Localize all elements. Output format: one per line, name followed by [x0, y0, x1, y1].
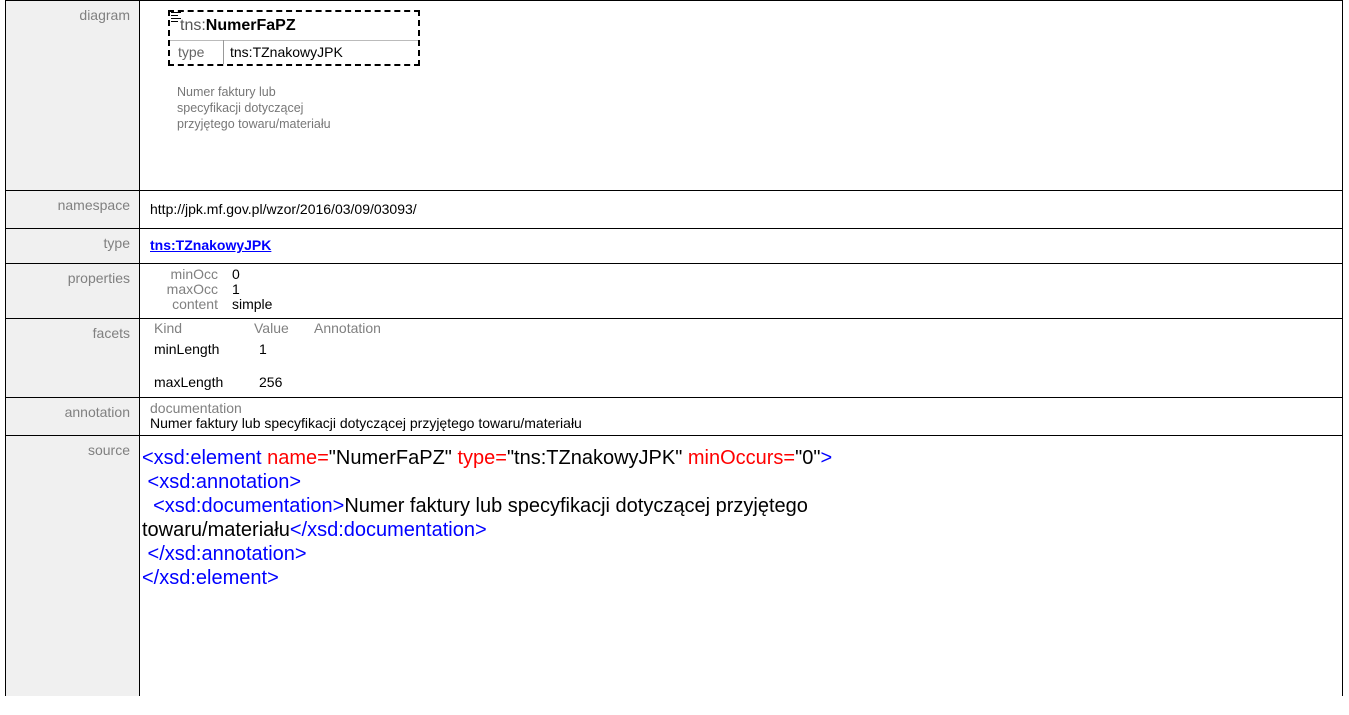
source-tag: </xsd:annotation>: [142, 543, 307, 565]
property-key: content: [172, 296, 218, 312]
element-type-value: tns:TZnakowyJPK: [230, 44, 343, 60]
source-text: towaru/materiału: [142, 519, 290, 541]
source-attr: minOccurs=: [682, 447, 796, 469]
facet-kind: maxLength: [154, 374, 224, 390]
facets-table: Kind Value Annotation minLength 1 maxLeng…: [150, 319, 1342, 391]
source-label: source: [5, 435, 140, 696]
type-link[interactable]: tns:TZnakowyJPK: [150, 229, 271, 253]
source-tag: <xsd:documentation>: [142, 495, 345, 517]
diagram-annotation-line: specyfikacji dotyczącej: [177, 101, 304, 115]
facets-label: facets: [5, 318, 140, 398]
diagram-cell: tns:NumerFaPZ type tns:TZnakowyJPK Numer…: [139, 0, 1343, 191]
diagram-annotation-line: przyjętego towaru/materiału: [177, 117, 331, 131]
namespace-label: namespace: [5, 190, 140, 229]
source-tag: </xsd:documentation>: [289, 519, 487, 541]
diagram-row: diagram tns:NumerFaPZ type tns:TZnakowyJ…: [5, 0, 1343, 191]
property-row: minOcc 0: [150, 267, 1342, 282]
namespace-value: http://jpk.mf.gov.pl/wzor/2016/03/09/030…: [150, 201, 417, 217]
element-doc-table: diagram tns:NumerFaPZ type tns:TZnakowyJ…: [5, 0, 1343, 696]
type-row: type tns:TZnakowyJPK: [5, 228, 1343, 264]
source-tag: >: [820, 447, 833, 469]
annotation-text: Numer faktury lub specyfikacji dotyczące…: [150, 415, 582, 431]
documentation-icon: [171, 12, 181, 24]
facet-row: maxLength 256: [150, 373, 1342, 391]
property-value: 0: [232, 266, 240, 282]
property-row: maxOcc 1: [150, 282, 1342, 297]
element-box[interactable]: tns:NumerFaPZ type tns:TZnakowyJPK: [168, 10, 420, 66]
type-label: type: [5, 228, 140, 264]
source-attr-value: "NumerFaPZ": [328, 447, 452, 469]
facets-header-kind: Kind: [154, 320, 183, 336]
element-prefix: tns:: [180, 17, 206, 34]
element-name: tns:NumerFaPZ: [180, 17, 296, 35]
diagram-annotation-line: Numer faktury lub: [177, 85, 276, 99]
properties-row: properties minOcc 0 maxOcc 1 content simple: [5, 263, 1343, 319]
source-row: source <xsd:element name="NumerFaPZ" typ…: [5, 435, 1343, 696]
facet-kind: minLength: [154, 341, 220, 357]
facet-row: minLength 1: [150, 340, 1342, 358]
source-code: <xsd:element name="NumerFaPZ" type="tns:…: [142, 436, 1342, 590]
facets-row: facets Kind Value Annotation minLength 1 …: [5, 318, 1343, 398]
element-divider: [170, 40, 418, 41]
source-tag: <xsd:element: [142, 447, 262, 469]
diagram-annotation: Numer faktury lub specyfikacji dotyczące…: [177, 84, 417, 132]
source-text: Numer faktury lub specyfikacji dotyczące…: [344, 495, 808, 517]
annotation-block: documentation Numer faktury lub specyfik…: [150, 398, 1342, 431]
diagram-label: diagram: [5, 0, 140, 191]
facets-header-value: Value: [254, 320, 289, 336]
property-value: simple: [232, 296, 273, 312]
element-diagram: tns:NumerFaPZ type tns:TZnakowyJPK Numer…: [150, 1, 450, 181]
source-tag: <xsd:annotation>: [142, 471, 302, 493]
source-attr-value: "0": [795, 447, 821, 469]
properties-label: properties: [5, 263, 140, 319]
source-attr: type=: [451, 447, 507, 469]
facet-value: 256: [259, 374, 283, 390]
property-row: content simple: [150, 297, 1342, 312]
element-type-key: type: [178, 44, 205, 60]
annotation-header: documentation: [150, 400, 242, 416]
property-key: minOcc: [170, 266, 218, 282]
source-attr-value: "tns:TZnakowyJPK": [506, 447, 683, 469]
facet-value: 1: [259, 341, 267, 357]
namespace-row: namespace http://jpk.mf.gov.pl/wzor/2016…: [5, 190, 1343, 229]
facets-header: Kind Value Annotation: [150, 321, 1342, 336]
properties-list: minOcc 0 maxOcc 1 content simple: [150, 264, 1342, 312]
element-local-name: NumerFaPZ: [205, 17, 296, 34]
annotation-row: annotation documentation Numer faktury l…: [5, 397, 1343, 436]
element-type-divider: [223, 40, 224, 64]
source-attr: name=: [261, 447, 329, 469]
property-key: maxOcc: [166, 281, 218, 297]
property-value: 1: [232, 281, 240, 297]
source-tag: </xsd:element>: [142, 567, 279, 589]
annotation-label: annotation: [5, 397, 140, 436]
facets-header-annotation: Annotation: [314, 320, 381, 336]
